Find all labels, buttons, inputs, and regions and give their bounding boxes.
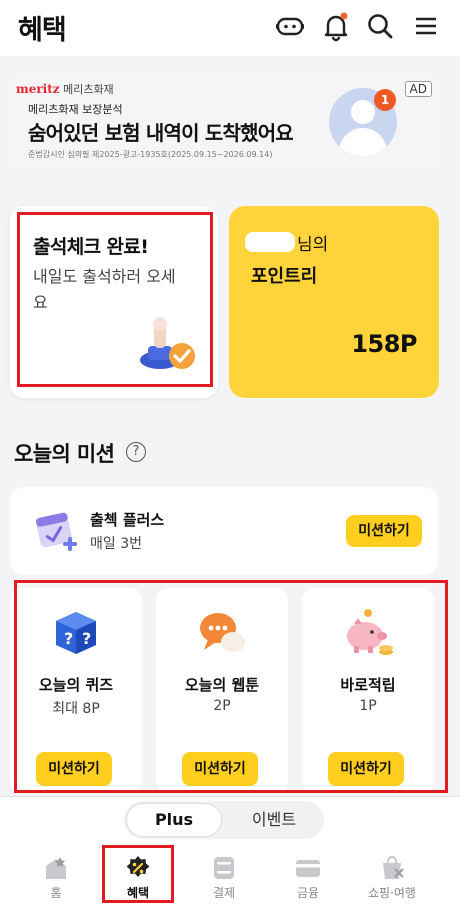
app-header: 혜택 <box>0 0 460 56</box>
plus-mission-title: 출첵 플러스 <box>90 511 165 529</box>
ad-tag: AD <box>404 81 432 97</box>
ad-headline: 숨어있던 보험 내역이 도착했어요 <box>28 121 294 145</box>
highlight-box <box>102 845 174 903</box>
notification-count-badge: 1 <box>374 89 396 111</box>
segment-plus[interactable]: Plus <box>126 803 222 837</box>
home-icon <box>42 854 70 882</box>
ad-banner[interactable]: meritz 메리츠화재 메리츠화재 보장분석 숨어있던 보험 내역이 도착했어… <box>10 75 438 169</box>
menu-icon[interactable] <box>410 10 442 42</box>
chatbot-icon[interactable] <box>274 10 306 42</box>
name-suffix: 님의 <box>297 235 329 255</box>
ad-brand: meritz 메리츠화재 <box>16 81 114 97</box>
plus-mission-card[interactable]: 출첵 플러스 매일 3번 미션하기 <box>10 487 438 575</box>
payment-icon <box>210 854 238 882</box>
card-icon <box>294 854 322 882</box>
nav-item-finance[interactable]: 금융 <box>268 852 348 904</box>
point-card[interactable]: 님의 포인트리 158P <box>229 206 439 398</box>
highlight-box <box>14 580 448 793</box>
shopping-icon <box>378 854 406 882</box>
point-label: 포인트리 <box>251 266 318 287</box>
ad-legal-text: 준법감시인 심의필 제2025-광고-1935호(2025.09.15~2026… <box>28 150 273 159</box>
missions-section-title: 오늘의 미션 <box>14 442 115 466</box>
nav-item-shopping[interactable]: 쇼핑·여행 <box>352 852 432 904</box>
nav-label: 쇼핑·여행 <box>368 886 416 900</box>
nav-label: 홈 <box>50 886 62 900</box>
notification-bell-icon[interactable] <box>320 10 352 42</box>
masked-username <box>245 232 295 252</box>
segment-toggle: Plus 이벤트 <box>124 801 324 839</box>
segment-event[interactable]: 이벤트 <box>226 803 322 837</box>
plus-mission-subtitle: 매일 3번 <box>90 536 142 552</box>
search-icon[interactable] <box>364 10 396 42</box>
nav-label: 결제 <box>212 886 236 900</box>
nav-item-payment[interactable]: 결제 <box>184 852 264 904</box>
calendar-check-icon <box>32 507 80 553</box>
ad-brand-name: 메리츠화재 <box>63 83 114 96</box>
help-icon[interactable]: ? <box>126 442 146 462</box>
nav-label: 금융 <box>296 886 320 900</box>
point-amount: 158P <box>351 330 417 358</box>
plus-mission-button[interactable]: 미션하기 <box>346 515 422 547</box>
page-title: 혜택 <box>18 15 67 46</box>
nav-item-home[interactable]: 홈 <box>16 852 96 904</box>
highlight-box <box>17 212 213 387</box>
ad-subtitle: 메리츠화재 보장분석 <box>28 103 123 116</box>
ad-brand-logo: meritz <box>16 82 60 96</box>
